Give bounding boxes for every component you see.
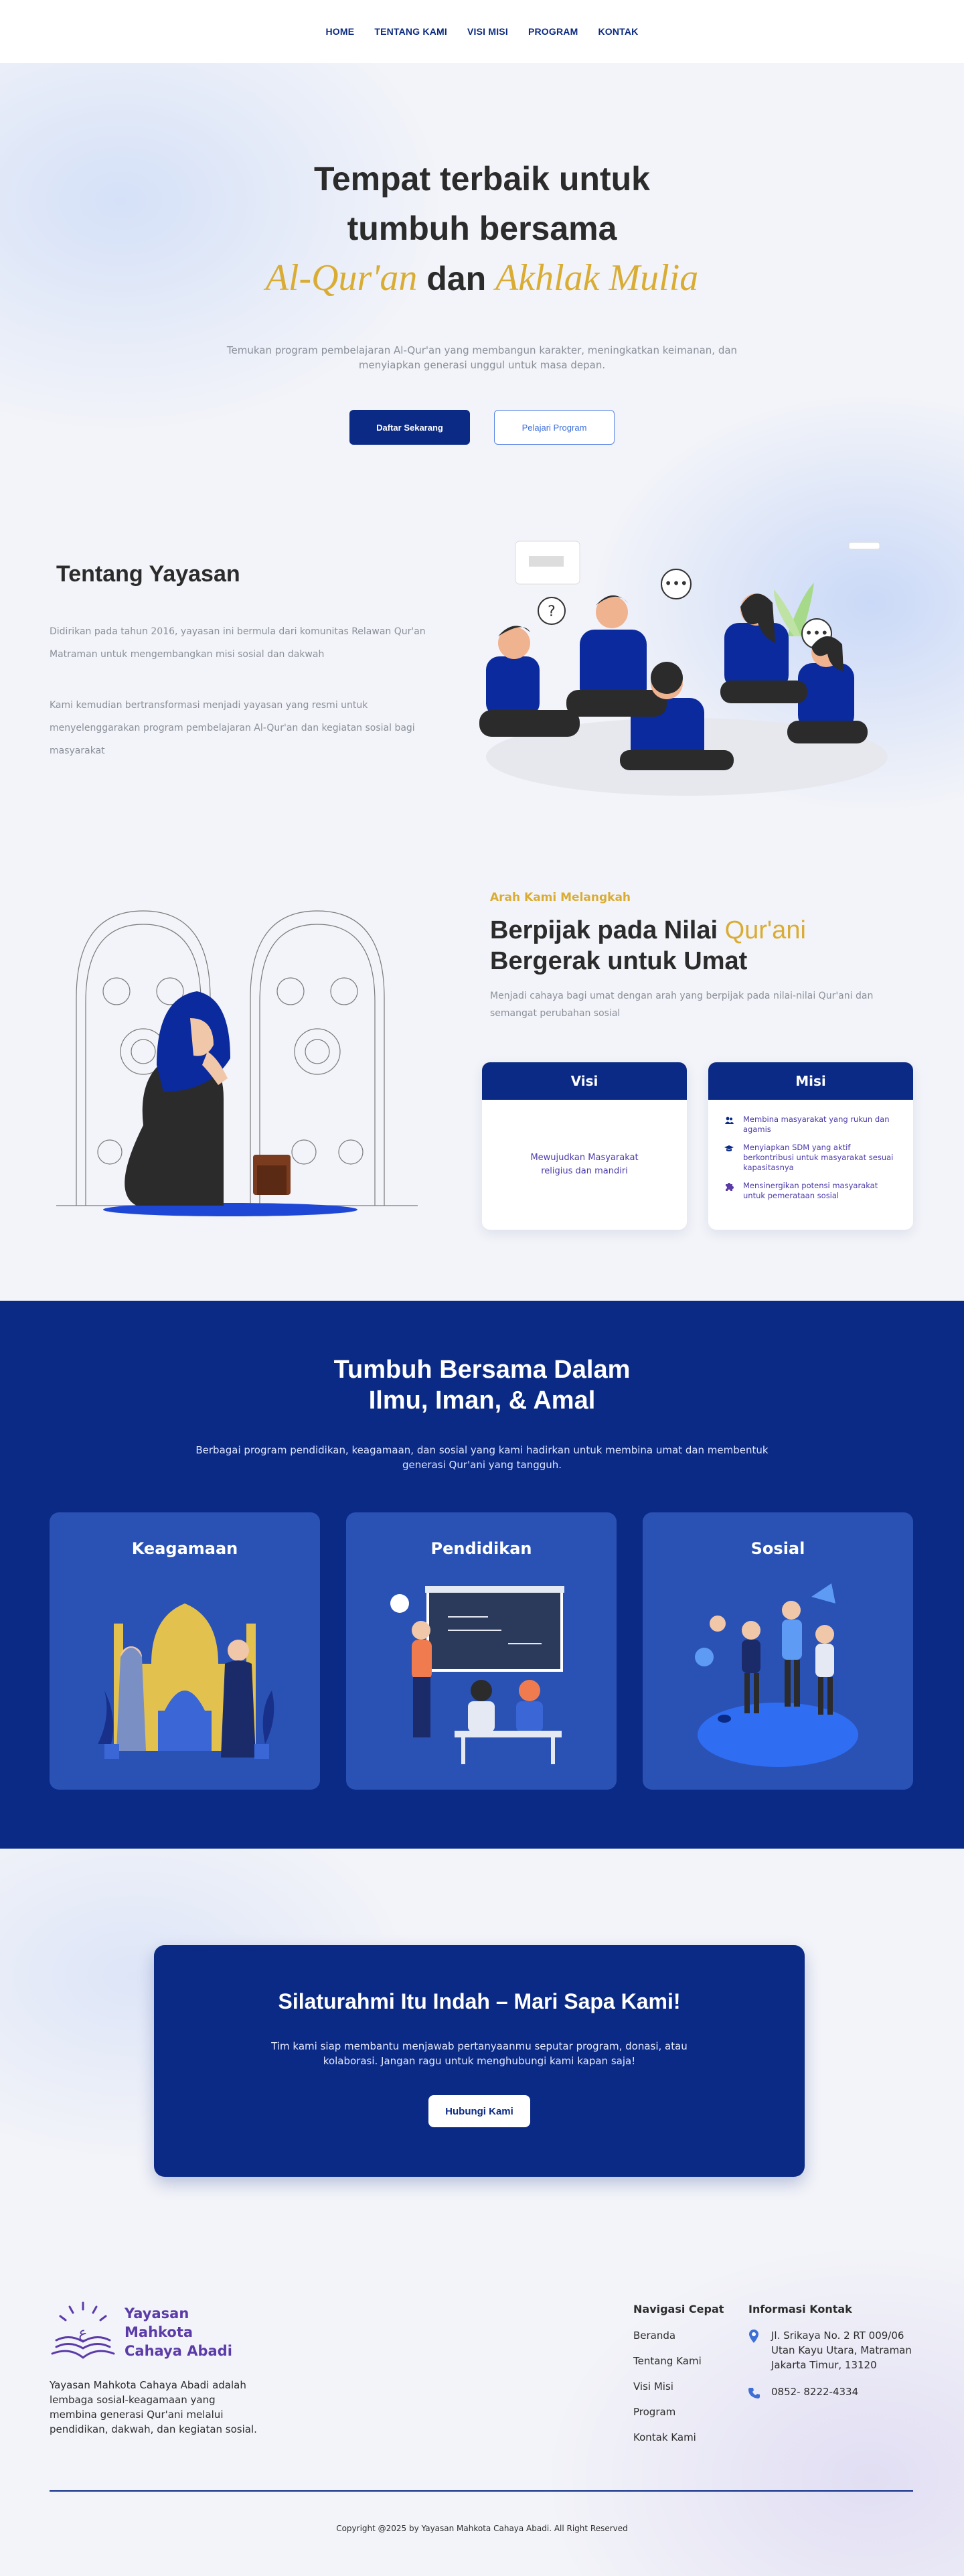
footer-link-beranda[interactable]: Beranda: [633, 2330, 675, 2342]
brand-name-line1: Yayasan: [125, 2305, 189, 2321]
visi-card-text: Mewujudkan Masyarakat religius dan mandi…: [530, 1153, 639, 1176]
nav-home-link[interactable]: HOME: [326, 26, 355, 37]
footer: ع Yayasan Mahkota Cahaya Abadi Yayasan M…: [0, 2277, 964, 2576]
programs-title-line1: Tumbuh Bersama Dalam: [333, 1356, 631, 1384]
footer-nav-title: Navigasi Cepat: [633, 2303, 724, 2315]
community-illustration: [695, 1583, 858, 1767]
brand-description: Yayasan Mahkota Cahaya Abadi adalah lemb…: [50, 2379, 257, 2435]
misi-item: Membina masyarakat yang rukun dan agamis: [724, 1115, 898, 1135]
footer-link-program[interactable]: Program: [633, 2406, 675, 2418]
vision-title-part1: Berpijak pada Nilai: [490, 916, 718, 944]
misi-item-text: Menyiapkan SDM yang aktif berkontribusi …: [743, 1143, 894, 1172]
misi-item-text: Mensinergikan potensi masyarakat untuk p…: [743, 1181, 878, 1200]
program-card-title: Pendidikan: [430, 1539, 532, 1558]
svg-text:?: ?: [548, 603, 556, 620]
brand-name: Yayasan Mahkota Cahaya Abadi: [125, 2304, 232, 2360]
praying-woman-illustration: [56, 910, 418, 1216]
location-pin-icon: [749, 2330, 758, 2343]
about-title: Tentang Yayasan: [56, 561, 240, 587]
footer-divider: [50, 2490, 913, 2492]
visi-card: Visi Mewujudkan Masyarakat religius dan …: [482, 1062, 687, 1230]
footer-address: Jl. Srikaya No. 2 RT 009/06 Utan Kayu Ut…: [771, 2330, 912, 2371]
program-card-keagamaan[interactable]: Keagamaan: [50, 1512, 320, 1790]
svg-text:ع: ع: [78, 2325, 87, 2342]
programs-title-line2: Ilmu, Iman, & Amal: [368, 1386, 596, 1415]
programs-subtitle: Berbagai program pendidikan, keagamaan, …: [195, 1444, 769, 1471]
daftar-sekarang-button[interactable]: Daftar Sekarang: [349, 410, 470, 445]
misi-item: Menyiapkan SDM yang aktif berkontribusi …: [724, 1143, 898, 1173]
program-card-pendidikan[interactable]: Pendidikan: [346, 1512, 617, 1790]
cta-title: Silaturahmi Itu Indah – Mari Sapa Kami!: [278, 1989, 681, 2013]
nav-visimisi-link[interactable]: VISI MISI: [467, 26, 508, 37]
brand-name-line3: Cahaya Abadi: [125, 2343, 232, 2359]
footer-contact-title: Informasi Kontak: [748, 2303, 852, 2315]
hero-subtitle: Temukan program pembelajaran Al-Qur'an y…: [226, 344, 738, 371]
hero-script-quran: Al-Qur'an: [265, 257, 418, 299]
hero-title-line2: tumbuh bersama: [347, 210, 617, 247]
svg-text:•••: •••: [664, 575, 688, 591]
discussion-group-illustration: ? ••• •••: [479, 541, 888, 796]
misi-list: Membina masyarakat yang rukun dan agamis…: [708, 1100, 913, 1201]
about-paragraph-1: Didirikan pada tahun 2016, yayasan ini b…: [50, 626, 426, 660]
hero-title-line3: Al-Qur'an dan Akhlak Mulia: [0, 253, 964, 303]
hero-script-akhlak: Akhlak Mulia: [495, 257, 699, 299]
footer-link-kontak-kami[interactable]: Kontak Kami: [633, 2431, 696, 2443]
program-card-sosial[interactable]: Sosial: [643, 1512, 913, 1790]
vision-mission-section: Arah Kami Melangkah Berpijak pada Nilai …: [0, 871, 964, 1246]
people-icon: [725, 1117, 734, 1124]
about-paragraph-2: Kami kemudian bertransformasi menjadi ya…: [50, 700, 415, 756]
puzzle-icon: [726, 1183, 734, 1191]
vision-eyebrow: Arah Kami Melangkah: [490, 891, 631, 904]
vision-title: Berpijak pada Nilai Qur'ani Bergerak unt…: [490, 915, 806, 977]
program-card-title: Keagamaan: [131, 1539, 238, 1558]
brand-logo: ع: [51, 2301, 115, 2359]
misi-item: Mensinergikan potensi masyarakat untuk p…: [724, 1181, 898, 1201]
program-card-title: Sosial: [750, 1539, 805, 1558]
mosque-people-illustration: [98, 1603, 274, 1759]
pelajari-program-button[interactable]: Pelajari Program: [494, 410, 615, 445]
contact-cta-section: Silaturahmi Itu Indah – Mari Sapa Kami! …: [154, 1945, 805, 2177]
vision-title-line2: Bergerak untuk Umat: [490, 947, 748, 975]
nav-kontak-link[interactable]: KONTAK: [598, 26, 638, 37]
top-navigation: HOME TENTANG KAMI VISI MISI PROGRAM KONT…: [0, 0, 964, 63]
copyright-text: Copyright @2025 by Yayasan Mahkota Cahay…: [336, 2524, 628, 2533]
about-section: Tentang Yayasan Didirikan pada tahun 201…: [0, 509, 964, 804]
hubungi-kami-button[interactable]: Hubungi Kami: [428, 2095, 530, 2127]
vision-title-gold: Qur'ani: [724, 916, 806, 944]
programs-title: Tumbuh Bersama Dalam Ilmu, Iman, & Amal: [0, 1354, 964, 1416]
phone-icon: [748, 2388, 760, 2399]
hero-title-line1: Tempat terbaik untuk: [314, 160, 650, 198]
visi-card-title: Visi: [482, 1062, 687, 1100]
hero-buttons: Daftar Sekarang Pelajari Program: [0, 410, 964, 445]
graduation-cap-icon: [724, 1145, 734, 1151]
misi-card-title: Misi: [708, 1062, 913, 1100]
footer-link-tentang-kami[interactable]: Tentang Kami: [633, 2355, 702, 2367]
footer-phone: 0852- 8222-4334: [771, 2386, 859, 2398]
cta-subtitle: Tim kami siap membantu menjawab pertanya…: [271, 2040, 688, 2067]
programs-section: Tumbuh Bersama Dalam Ilmu, Iman, & Amal …: [0, 1301, 964, 1849]
footer-link-visi-misi[interactable]: Visi Misi: [633, 2380, 673, 2392]
vision-subtitle: Menjadi cahaya bagi umat dengan arah yan…: [490, 991, 874, 1019]
classroom-illustration: [390, 1586, 564, 1764]
hero-title: Tempat terbaik untuk tumbuh bersama Al-Q…: [0, 154, 964, 303]
hero-connector: dan: [426, 260, 487, 297]
hero-section: Tempat terbaik untuk tumbuh bersama Al-Q…: [0, 63, 964, 478]
misi-card: Misi Membina masyarakat yang rukun dan a…: [708, 1062, 913, 1230]
misi-item-text: Membina masyarakat yang rukun dan agamis: [743, 1115, 890, 1134]
nav-tentang-link[interactable]: TENTANG KAMI: [374, 26, 447, 37]
brand-name-line2: Mahkota: [125, 2324, 193, 2340]
nav-program-link[interactable]: PROGRAM: [528, 26, 578, 37]
